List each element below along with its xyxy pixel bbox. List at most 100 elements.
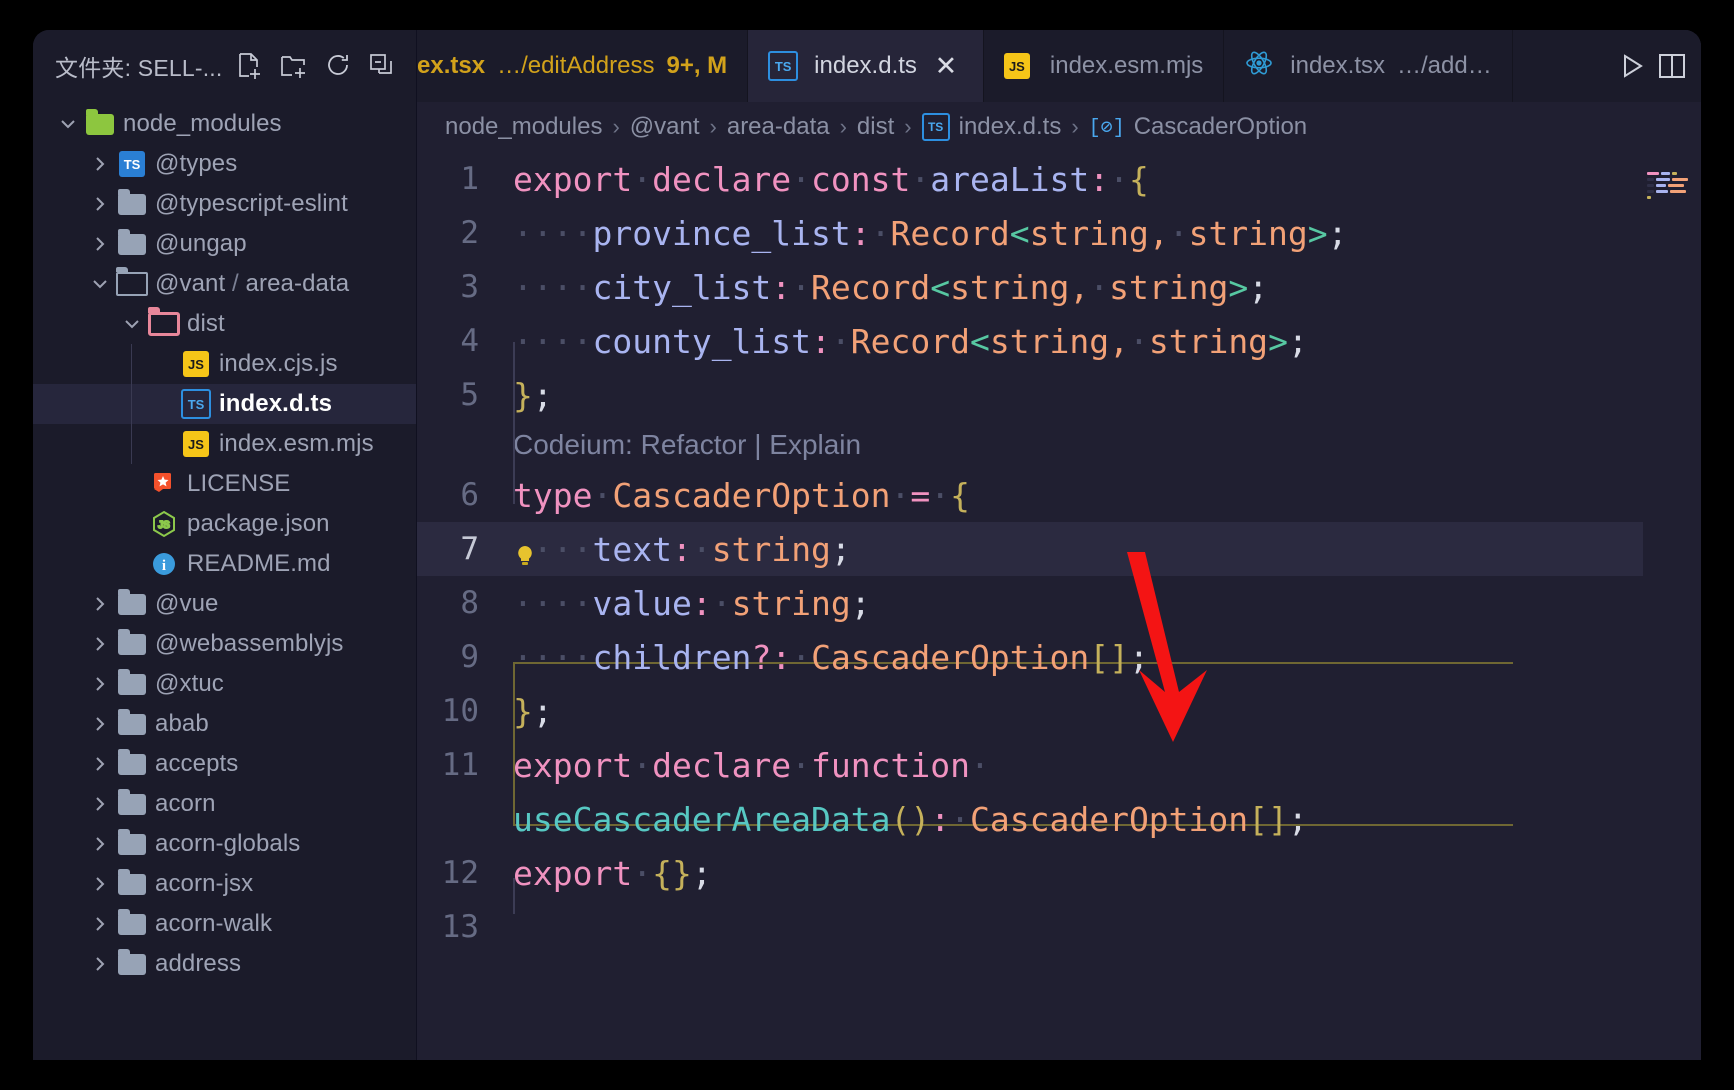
chevron-right-icon[interactable]: [85, 913, 115, 935]
tree-item-address[interactable]: address: [33, 944, 416, 984]
tab-index-d-ts[interactable]: TS index.d.ts ✕: [748, 30, 984, 102]
token-id: text: [592, 529, 672, 569]
code-line-10[interactable]: 10};: [417, 684, 1701, 738]
minimap[interactable]: [1643, 152, 1701, 1060]
tree-item-dist[interactable]: dist: [33, 304, 416, 344]
tree-item-acorn-walk[interactable]: acorn-walk: [33, 904, 416, 944]
token-pun: ;: [1327, 213, 1348, 253]
breadcrumb-item-node-modules[interactable]: node_modules: [445, 113, 602, 141]
tab-index-tsx-edit-address[interactable]: ex.tsx …/editAddress 9+, M: [417, 30, 749, 102]
new-folder-icon[interactable]: [274, 46, 314, 86]
tree-item-node-modules[interactable]: node_modules: [33, 104, 416, 144]
tree-item-label: index.cjs.js: [219, 350, 338, 377]
chevron-right-icon[interactable]: [85, 593, 115, 615]
tree-item-label: abab: [155, 710, 209, 737]
tree-item--typescript-eslint[interactable]: @typescript-eslint: [33, 184, 416, 224]
code-lines[interactable]: 1 export·declare·const·areaList:·{2 ····pr…: [417, 152, 1701, 954]
refresh-icon[interactable]: [318, 46, 358, 86]
chevron-right-icon[interactable]: [85, 953, 115, 975]
code-text: useCascaderAreaData():·CascaderOption[];: [495, 800, 1308, 839]
code-line-wrap[interactable]: useCascaderAreaData():·CascaderOption[];: [417, 792, 1701, 846]
tree-item--webassemblyjs[interactable]: @webassemblyjs: [33, 624, 416, 664]
code-editor[interactable]: 1 export·declare·const·areaList:·{2 ····pr…: [417, 152, 1701, 1060]
token-typ: ,: [1109, 321, 1129, 361]
typescript-def-icon: TS: [768, 51, 802, 81]
code-line-4[interactable]: 4 ····county_list:·Record<string,·string>…: [417, 314, 1701, 368]
tree-item-index-d-ts[interactable]: TS index.d.ts: [33, 384, 416, 424]
chevron-right-icon[interactable]: [85, 673, 115, 695]
folder-dist-icon: [147, 307, 181, 336]
breadcrumb-item--vant[interactable]: @vant: [630, 113, 700, 141]
tab-index-tsx-add[interactable]: index.tsx …/add…: [1224, 30, 1513, 102]
tree-item-package-json[interactable]: JS package.json: [33, 504, 416, 544]
token-op: :: [771, 637, 792, 677]
run-file-icon[interactable]: [1615, 50, 1647, 82]
tree-item-readme-md[interactable]: i README.md: [33, 544, 416, 584]
code-line-11[interactable]: 11 export·declare·function·: [417, 738, 1701, 792]
token-dot: ·: [1168, 213, 1189, 253]
chevron-right-icon[interactable]: [85, 873, 115, 895]
tree-item-acorn-jsx[interactable]: acorn-jsx: [33, 864, 416, 904]
tree-item--vant[interactable]: @vant / area-data: [33, 264, 416, 304]
code-line-13[interactable]: 13: [417, 900, 1701, 954]
chevron-right-icon[interactable]: [85, 633, 115, 655]
chevron-right-icon[interactable]: [85, 233, 115, 255]
explorer-title: 文件夹: SELL-...: [55, 55, 223, 81]
tree-item--ungap[interactable]: @ungap: [33, 224, 416, 264]
tab-path: …/editAddress: [497, 52, 655, 79]
chevron-right-icon[interactable]: [85, 713, 115, 735]
collapse-all-icon[interactable]: [362, 46, 402, 86]
close-icon[interactable]: ✕: [929, 49, 963, 83]
code-line-8[interactable]: 8 ····value:·string;: [417, 576, 1701, 630]
tree-item-index-cjs-js[interactable]: JS index.cjs.js: [33, 344, 416, 384]
token-id: children: [592, 637, 752, 677]
tree-item-label: @ungap: [155, 230, 247, 257]
tree-item-abab[interactable]: abab: [33, 704, 416, 744]
token-ang: <: [970, 321, 990, 361]
tree-item--types[interactable]: TS @types: [33, 144, 416, 184]
codelens-codeium[interactable]: Codeium: Refactor | Explain: [417, 422, 1701, 468]
chevron-right-icon[interactable]: [85, 193, 115, 215]
tree-item--vue[interactable]: @vue: [33, 584, 416, 624]
chevron-right-icon[interactable]: [85, 833, 115, 855]
split-editor-icon[interactable]: [1657, 51, 1687, 81]
tree-item-acorn-globals[interactable]: acorn-globals: [33, 824, 416, 864]
chevron-right-icon[interactable]: [85, 753, 115, 775]
breadcrumb-separator-icon: ›: [839, 114, 847, 139]
chevron-right-icon[interactable]: [85, 793, 115, 815]
breadcrumb[interactable]: node_modules › @vant › area-data › dist › TS inde…: [417, 102, 1701, 152]
tree-item-license[interactable]: LICENSE: [33, 464, 416, 504]
line-number: 11: [441, 747, 479, 783]
chevron-right-icon[interactable]: [85, 153, 115, 175]
tree-item--xtuc[interactable]: @xtuc: [33, 664, 416, 704]
code-line-2[interactable]: 2 ····province_list:·Record<string,·strin…: [417, 206, 1701, 260]
breadcrumb-item-index-d-ts[interactable]: TS index.d.ts: [921, 113, 1061, 141]
tree-item-accepts[interactable]: accepts: [33, 744, 416, 784]
editor-tabs[interactable]: ex.tsx …/editAddress 9+, M TS index.d.ts ✕ JS i…: [417, 30, 1701, 102]
code-line-9[interactable]: 9 ····children?:·CascaderOption[];: [417, 630, 1701, 684]
tree-item-acorn[interactable]: acorn: [33, 784, 416, 824]
token-pun: ;: [532, 691, 553, 731]
lightbulb-icon[interactable]: [513, 537, 537, 565]
codelens-label[interactable]: Codeium: Refactor | Explain: [495, 429, 861, 461]
tab-index-esm-mjs[interactable]: JS index.esm.mjs: [983, 30, 1225, 102]
tree-item-index-esm-mjs[interactable]: JS index.esm.mjs: [33, 424, 416, 464]
code-line-5[interactable]: 5};: [417, 368, 1701, 422]
chevron-down-icon[interactable]: [53, 113, 83, 135]
token-typ: CascaderOption: [612, 475, 891, 515]
tree-item-label: index.esm.mjs: [219, 430, 374, 457]
token-kw: export: [513, 853, 633, 893]
breadcrumb-item-area-data[interactable]: area-data: [727, 113, 830, 141]
code-line-1[interactable]: 1 export·declare·const·areaList:·{: [417, 152, 1701, 206]
chevron-down-icon[interactable]: [85, 273, 115, 295]
code-line-12[interactable]: 12 export·{};: [417, 846, 1701, 900]
code-line-3[interactable]: 3 ····city_list:·Record<string,·string>;: [417, 260, 1701, 314]
tab-label: index.d.ts: [814, 52, 917, 79]
new-file-icon[interactable]: [230, 46, 270, 86]
code-line-7[interactable]: 7 ····text:·string;: [417, 522, 1701, 576]
code-line-6[interactable]: 6 type·CascaderOption·=·{: [417, 468, 1701, 522]
breadcrumb-item-dist[interactable]: dist: [857, 113, 894, 141]
chevron-down-icon[interactable]: [117, 313, 147, 335]
breadcrumb-item-cascaderoption[interactable]: [⊘] CascaderOption: [1089, 113, 1307, 141]
file-tree[interactable]: node_modules TS @types @typescript-eslint @u…: [33, 102, 416, 1060]
